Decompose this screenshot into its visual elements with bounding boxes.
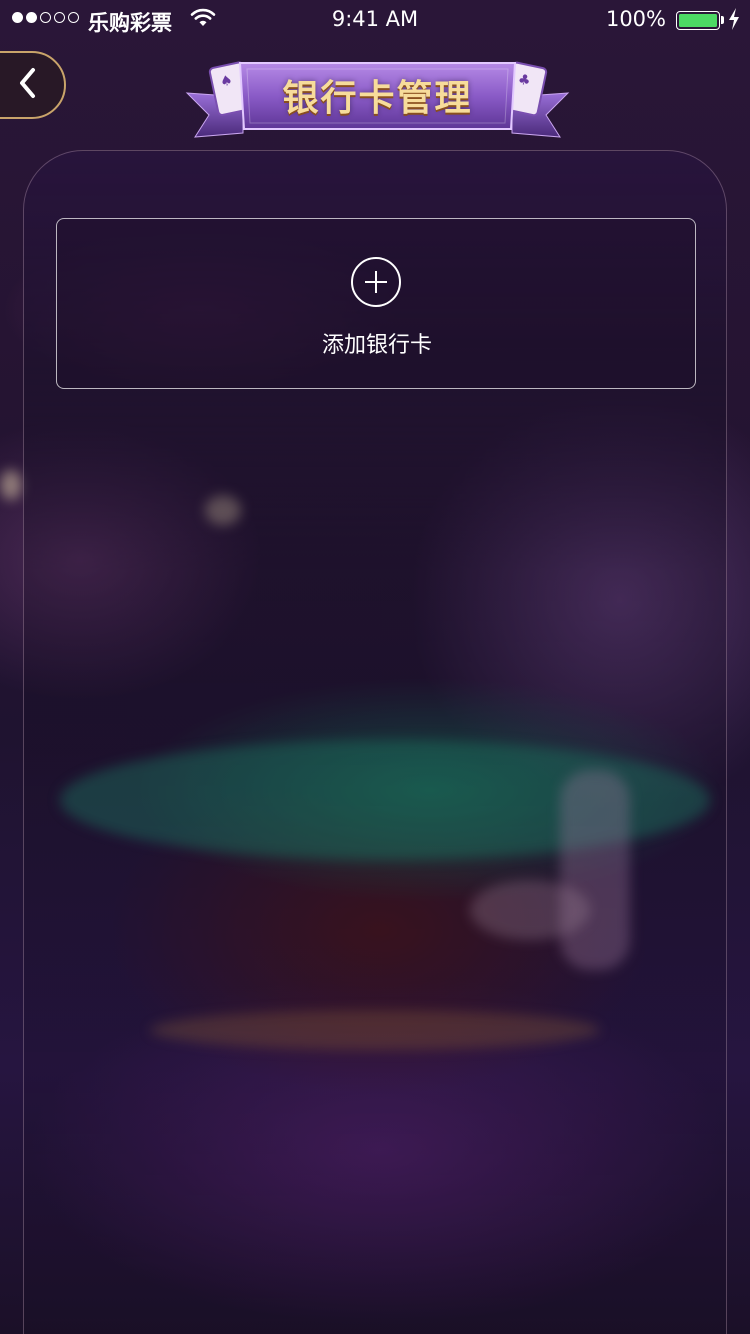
screen: 乐购彩票 9:41 AM 100% ♠ ♣ 银行卡管理 添加银行卡 <box>0 0 750 1334</box>
chevron-left-icon <box>16 66 38 104</box>
battery-percentage: 100% <box>605 7 666 31</box>
background-lamp <box>0 470 22 500</box>
status-bar: 乐购彩票 9:41 AM 100% <box>0 0 750 40</box>
battery-icon <box>676 11 720 30</box>
charging-icon <box>728 8 740 35</box>
add-bank-card-button[interactable]: 添加银行卡 <box>56 218 696 389</box>
add-bank-card-label: 添加银行卡 <box>321 333 432 358</box>
battery-cap <box>721 16 724 24</box>
page-title: 银行卡管理 <box>282 78 473 119</box>
back-button[interactable] <box>0 51 66 119</box>
title-banner: ♠ ♣ 银行卡管理 <box>185 55 570 145</box>
plus-circle-icon <box>351 257 401 307</box>
